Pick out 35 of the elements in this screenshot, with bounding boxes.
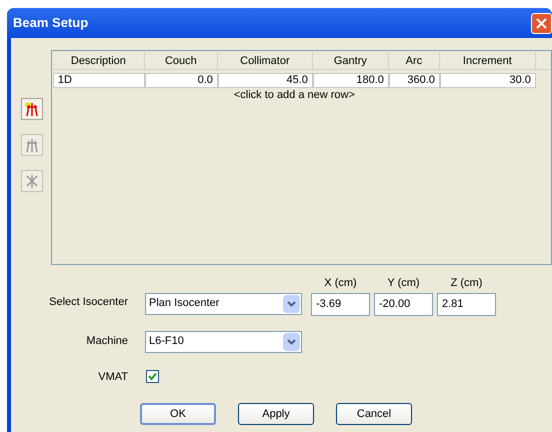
coordinate-label: Z (cm) — [450, 276, 482, 291]
window-title: Beam Setup — [13, 14, 90, 32]
dialog-button[interactable]: Cancel — [336, 403, 412, 425]
column-header[interactable]: Gantry — [312, 52, 389, 69]
vmat-checkbox[interactable] — [146, 370, 159, 384]
close-icon — [536, 18, 547, 28]
isocenter-select[interactable]: Plan Isocenter — [145, 292, 302, 314]
coordinate-field[interactable]: -20.00 — [374, 292, 433, 316]
dialog-button[interactable]: Apply — [238, 403, 314, 425]
column-header[interactable]: Couch — [144, 52, 218, 69]
beam-tool-button[interactable] — [21, 98, 43, 120]
close-button[interactable] — [531, 12, 552, 34]
coordinate-label: X (cm) — [324, 276, 357, 291]
column-header[interactable]: Arc — [388, 52, 440, 69]
table-cell: 30.0 — [440, 73, 536, 88]
beam-icon — [24, 101, 40, 117]
table-cell: 180.0 — [312, 73, 389, 88]
vmat-label: VMAT — [97, 370, 128, 384]
machine-select[interactable]: L6-F10 — [145, 330, 302, 352]
beam-icon — [24, 173, 40, 189]
coordinate-label: Y (cm) — [387, 276, 420, 291]
column-header[interactable]: Description — [52, 52, 145, 69]
machine-label: Machine — [85, 334, 128, 350]
table-cell: 1D — [52, 73, 145, 88]
coordinate-field[interactable]: -3.69 — [311, 292, 370, 316]
column-header[interactable]: Increment — [440, 52, 536, 69]
table-cell: 0.0 — [144, 73, 218, 88]
table-cell: 45.0 — [218, 73, 313, 88]
table-cell: 360.0 — [388, 73, 440, 88]
coordinate-field[interactable]: 2.81 — [437, 292, 496, 316]
add-row-link[interactable]: <click to add a new row> — [234, 88, 355, 102]
dialog-button[interactable]: OK — [140, 403, 216, 425]
column-header[interactable]: Collimator — [218, 52, 313, 69]
isocenter-label: Select Isocenter — [48, 295, 128, 310]
beam-icon — [24, 137, 40, 153]
